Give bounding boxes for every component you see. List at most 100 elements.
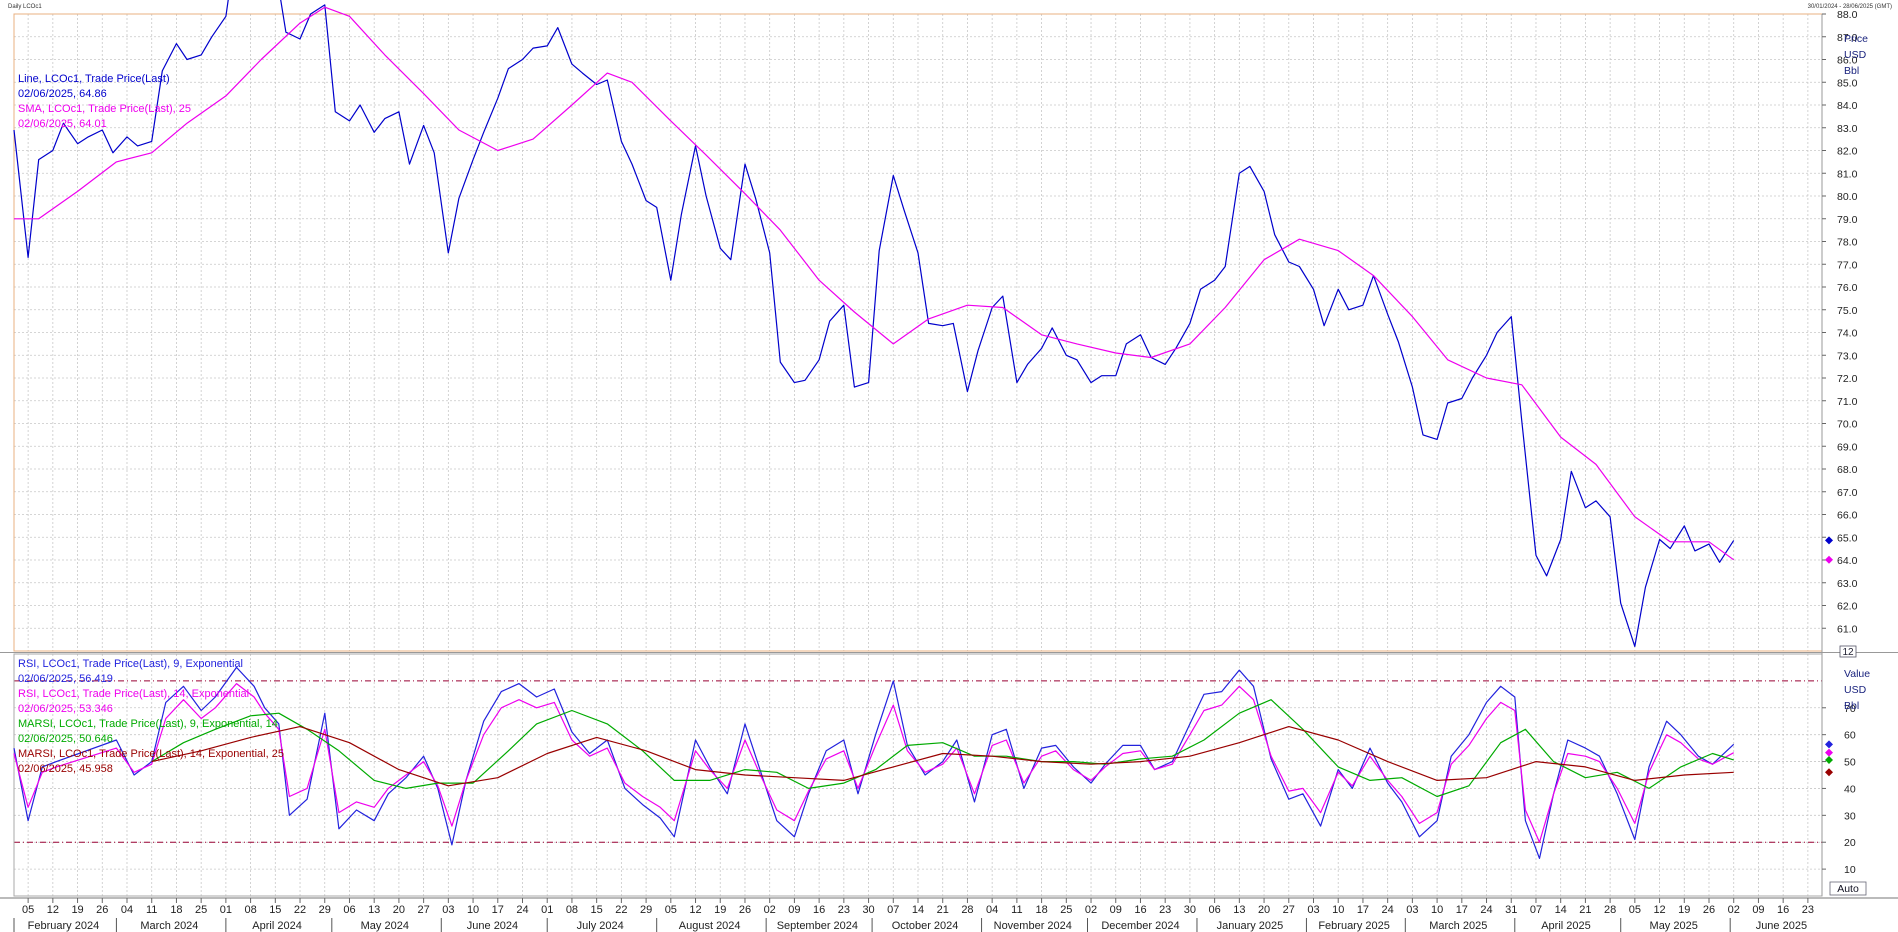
rsi-y-tick-label: 50 xyxy=(1844,757,1856,769)
month-label: April 2024 xyxy=(252,920,302,932)
month-label: March 2024 xyxy=(140,920,198,932)
rsi-series-group xyxy=(13,666,1735,860)
price-y-tick-label: 61.0 xyxy=(1837,623,1858,635)
price-y-tick-label: 80.0 xyxy=(1837,191,1858,203)
rsi-legend-value: 02/06/2025, 50.646 xyxy=(18,733,113,745)
x-tick-label: 24 xyxy=(1480,904,1492,916)
price-last-value-marker xyxy=(1825,555,1833,564)
badge-label: 12 xyxy=(1842,647,1854,658)
price-legend-value: 02/06/2025, 64.01 xyxy=(18,118,107,130)
x-tick-label: 13 xyxy=(1233,904,1245,916)
price-y-tick-label: 73.0 xyxy=(1837,350,1858,362)
x-tick-label: 30 xyxy=(862,904,874,916)
x-tick-label: 04 xyxy=(986,904,998,916)
x-tick-label: 21 xyxy=(1579,904,1591,916)
x-tick-label: 09 xyxy=(1110,904,1122,916)
x-tick-label: 10 xyxy=(1332,904,1344,916)
x-tick-label: 22 xyxy=(615,904,627,916)
x-tick-label: 10 xyxy=(467,904,479,916)
rsi-y-tick-label: 20 xyxy=(1844,837,1856,849)
legend-group: Line, LCOc1, Trade Price(Last) 02/06/2025… xyxy=(18,73,284,775)
x-tick-label: 16 xyxy=(1134,904,1146,916)
month-label: June 2025 xyxy=(1756,920,1807,932)
price-y-tick-label: 71.0 xyxy=(1837,396,1858,408)
x-tick-label: 05 xyxy=(1629,904,1641,916)
x-tick-label: 03 xyxy=(442,904,454,916)
price-y-tick-label: 75.0 xyxy=(1837,305,1858,317)
price-y-tick-label: 64.0 xyxy=(1837,555,1858,567)
price-y-tick-label: 84.0 xyxy=(1837,100,1858,112)
month-label: May 2024 xyxy=(361,920,409,932)
month-label: February 2024 xyxy=(28,920,100,932)
price-y-tick-label: 78.0 xyxy=(1837,237,1858,249)
x-tick-label: 26 xyxy=(96,904,108,916)
x-tick-label: 02 xyxy=(764,904,776,916)
rsi-last-value-marker xyxy=(1825,768,1833,777)
x-tick-label: 22 xyxy=(294,904,306,916)
month-label: December 2024 xyxy=(1101,920,1179,932)
price-y-tick-label: 76.0 xyxy=(1837,282,1858,294)
month-label: January 2025 xyxy=(1217,920,1284,932)
price-legend-value: 02/06/2025, 64.86 xyxy=(18,88,107,100)
rsi-legend-label: RSI, LCOc1, Trade Price(Last), 9, Expone… xyxy=(18,658,243,670)
price-y-tick-label: 85.0 xyxy=(1837,77,1858,89)
month-label: October 2024 xyxy=(892,920,959,932)
x-tick-label: 12 xyxy=(1653,904,1665,916)
price-axis-label: USD xyxy=(1844,49,1867,61)
x-tick-label: 31 xyxy=(1505,904,1517,916)
x-tick-label: 12 xyxy=(47,904,59,916)
price-series-group xyxy=(13,0,1735,648)
chart-canvas[interactable]: 61.0 62.0 63.0 64.0 65.0 66.0 67.0 68.0 69.0 70.0… xyxy=(0,0,1898,932)
x-tick-label: 01 xyxy=(220,904,232,916)
month-label: November 2024 xyxy=(994,920,1072,932)
x-tick-label: 23 xyxy=(1159,904,1171,916)
x-tick-label: 19 xyxy=(1678,904,1690,916)
month-label: April 2025 xyxy=(1541,920,1591,932)
rsi-axis-label: USD xyxy=(1844,684,1867,696)
x-tick-label: 10 xyxy=(1431,904,1443,916)
price-series-line xyxy=(13,0,1735,648)
x-tick-label: 09 xyxy=(1752,904,1764,916)
x-tick-label: 08 xyxy=(566,904,578,916)
rsi-legend-value: 02/06/2025, 45.958 xyxy=(18,763,113,775)
price-y-tick-label: 83.0 xyxy=(1837,123,1858,135)
x-tick-label: 15 xyxy=(269,904,281,916)
price-axis-label: Bbl xyxy=(1844,65,1859,77)
month-label: June 2024 xyxy=(467,920,518,932)
month-label: July 2024 xyxy=(577,920,624,932)
chart-controls[interactable]: Auto xyxy=(1829,881,1867,896)
x-tick-label: 16 xyxy=(1777,904,1789,916)
x-tick-label: 15 xyxy=(591,904,603,916)
price-series-line xyxy=(14,6,1735,561)
price-y-tick-label: 79.0 xyxy=(1837,214,1858,226)
x-tick-label: 17 xyxy=(1357,904,1369,916)
rsi-axis-label: Bbl xyxy=(1844,700,1859,712)
price-y-tick-label: 69.0 xyxy=(1837,441,1858,453)
x-tick-label: 29 xyxy=(319,904,331,916)
x-tick-label: 02 xyxy=(1728,904,1740,916)
price-y-tick-label: 72.0 xyxy=(1837,373,1858,385)
price-y-tick-label: 77.0 xyxy=(1837,259,1858,271)
price-y-tick-label: 66.0 xyxy=(1837,510,1858,522)
month-label: August 2024 xyxy=(679,920,741,932)
x-tick-label: 02 xyxy=(1085,904,1097,916)
x-tick-label: 08 xyxy=(244,904,256,916)
month-label: May 2025 xyxy=(1650,920,1698,932)
rsi-legend-label: MARSI, LCOc1, Trade Price(Last), 9, Expo… xyxy=(18,718,278,730)
x-tick-label: 05 xyxy=(22,904,34,916)
rsi-y-axis: 10203040506070ValueUSDBbl xyxy=(1822,668,1870,876)
rsi-last-value-marker xyxy=(1825,748,1833,757)
x-tick-label: 19 xyxy=(714,904,726,916)
x-tick-label: 25 xyxy=(195,904,207,916)
price-y-axis: 61.0 62.0 63.0 64.0 65.0 66.0 67.0 68.0 69.0 70.0… xyxy=(1822,9,1868,658)
price-y-tick-label: 74.0 xyxy=(1837,328,1858,340)
x-tick-label: 16 xyxy=(813,904,825,916)
x-tick-label: 17 xyxy=(492,904,504,916)
price-legend-label: Line, LCOc1, Trade Price(Last) xyxy=(18,73,170,85)
month-label: March 2025 xyxy=(1429,920,1487,932)
x-tick-label: 23 xyxy=(1802,904,1814,916)
rsi-y-tick-label: 30 xyxy=(1844,810,1856,822)
date-x-axis: 05 12 19 26 04 11 18 25 01 08 15 22 29 06 13 20 27 03 10 17… xyxy=(13,898,1814,932)
price-y-tick-label: 88.0 xyxy=(1837,9,1858,21)
rsi-y-tick-label: 10 xyxy=(1844,864,1856,876)
